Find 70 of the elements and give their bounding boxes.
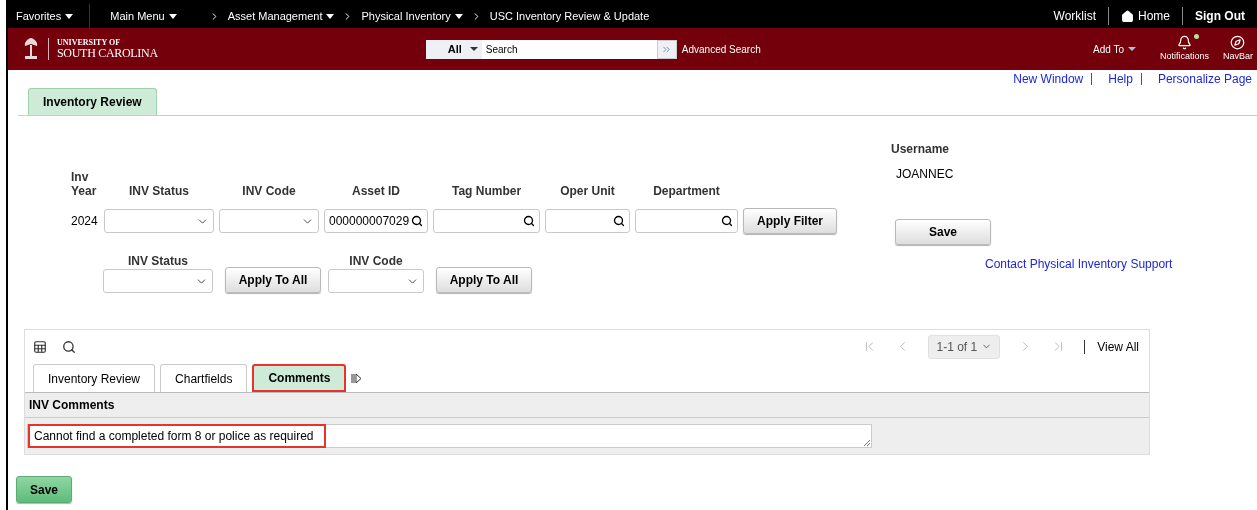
search-icon [411, 215, 423, 227]
lookup-field[interactable]: 000000007029 [324, 209, 428, 233]
lookup-field[interactable] [635, 209, 738, 233]
add-to-menu[interactable]: Add To [1093, 41, 1136, 57]
column-label: INV Status [129, 184, 189, 198]
compass-icon [1230, 34, 1246, 50]
search-icon[interactable] [62, 339, 76, 354]
show-all-tabs-icon[interactable] [351, 373, 363, 384]
nav-link[interactable]: Worklist [1053, 7, 1096, 25]
column-header: INV Comments [25, 393, 1149, 418]
nav-link[interactable]: Sign Out [1195, 7, 1245, 25]
home-icon [1121, 9, 1134, 23]
breadcrumb-link[interactable]: Physical Inventory [361, 7, 463, 25]
page-link[interactable]: New Window [1013, 70, 1084, 88]
notifications-button[interactable]: Notifications [1159, 34, 1209, 64]
username-label: Username [891, 142, 951, 156]
column-label: Oper Unit [560, 184, 615, 198]
column-label: Inv Year [71, 170, 95, 198]
view-all-link[interactable]: View All [1097, 337, 1139, 356]
search-scope-dropdown[interactable]: All [425, 39, 482, 59]
menu-button[interactable]: Main Menu [110, 7, 177, 25]
comment-text: Cannot find a completed form 8 or police as required [28, 424, 326, 448]
save-button[interactable]: Save [895, 219, 991, 245]
column-label: INV Status [128, 254, 188, 268]
logo-text: UNIVERSITY OF [57, 39, 122, 47]
navbar-button[interactable]: NavBar [1223, 34, 1253, 64]
grid-tab[interactable]: Comments [252, 364, 347, 392]
column-label: Department [653, 184, 720, 198]
home-link[interactable]: Home [1121, 7, 1170, 25]
save-button[interactable]: Save [16, 476, 72, 503]
status-dropdown[interactable] [104, 209, 214, 233]
grid-tab[interactable]: Inventory Review [33, 364, 156, 392]
advanced-search-link[interactable]: Advanced Search [681, 41, 761, 57]
lookup-field[interactable] [433, 209, 540, 233]
search-icon [613, 215, 625, 227]
table-icon[interactable] [33, 339, 47, 354]
search-button[interactable] [656, 39, 677, 59]
page-tab[interactable]: Inventory Review [28, 88, 157, 115]
page-link[interactable]: Personalize Page [1157, 70, 1252, 88]
username-value: JOANNEC [896, 166, 955, 183]
column-label: Tag Number [451, 184, 522, 198]
column-label: Asset ID [352, 184, 400, 198]
caret-icon [1127, 47, 1136, 51]
column-label: INV Code [349, 254, 403, 268]
column-label: INV Code [242, 184, 296, 198]
comment-field[interactable]: Cannot find a completed form 8 or police as required [27, 424, 872, 448]
status-dropdown[interactable] [328, 269, 424, 293]
support-link[interactable]: Contact Physical Inventory Support [985, 255, 1173, 273]
year-value: 2024 [71, 213, 99, 230]
lookup-field[interactable] [545, 209, 630, 233]
apply-filter-button[interactable]: Apply Filter [743, 208, 837, 234]
search-icon [523, 215, 535, 227]
menu-button[interactable]: Favorites [16, 7, 74, 25]
search-icon [721, 215, 733, 227]
caret-icon [65, 13, 74, 19]
breadcrumb-link[interactable]: USC Inventory Review & Update [489, 7, 650, 25]
caret-icon [168, 13, 177, 19]
pager-dropdown[interactable]: 1-1 of 1 [928, 334, 1001, 359]
caret-icon [469, 47, 478, 51]
resize-handle-icon [864, 440, 870, 446]
apply-to-all-button[interactable]: Apply To All [436, 267, 532, 293]
search-field[interactable]: Search [481, 39, 657, 59]
page-link[interactable]: Help [1108, 70, 1133, 88]
breadcrumb-link[interactable]: Asset Management [227, 7, 335, 25]
bell-icon [1176, 34, 1192, 50]
status-dropdown[interactable] [103, 269, 213, 293]
status-dropdown[interactable] [219, 209, 319, 233]
logo-text: SOUTH CAROLINA [57, 47, 158, 59]
apply-to-all-button[interactable]: Apply To All [225, 267, 321, 293]
grid-tab[interactable]: Chartfields [160, 364, 248, 392]
